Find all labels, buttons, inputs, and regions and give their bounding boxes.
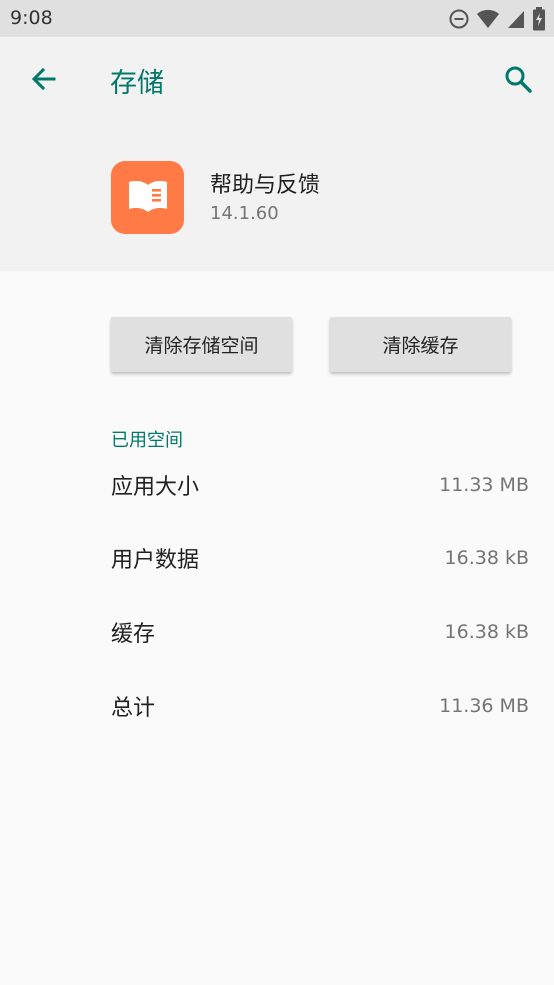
clear-storage-button[interactable]: 清除存储空间 <box>111 317 292 372</box>
app-name: 帮助与反馈 <box>210 173 321 198</box>
storage-row-value: 16.38 kB <box>444 621 529 643</box>
app-icon <box>111 161 184 234</box>
app-version: 14.1.60 <box>210 203 279 224</box>
storage-row-cache: 缓存 16.38 kB <box>111 612 529 652</box>
search-button[interactable] <box>496 59 540 103</box>
status-bar: 9:08 <box>0 0 554 37</box>
storage-row-label: 总计 <box>111 696 156 721</box>
battery-charging-icon <box>532 7 546 31</box>
storage-row-label: 用户数据 <box>111 548 200 573</box>
storage-row-total: 总计 11.36 MB <box>111 686 529 726</box>
storage-row-value: 11.33 MB <box>439 474 529 496</box>
wifi-icon <box>476 8 500 30</box>
storage-row-value: 11.36 MB <box>439 695 529 717</box>
page-title: 存储 <box>110 68 164 99</box>
do-not-disturb-icon <box>448 8 470 30</box>
app-header-section: 存储 帮助与反馈 14.1.60 <box>0 37 554 271</box>
storage-row-label: 缓存 <box>111 622 156 647</box>
clear-cache-button[interactable]: 清除缓存 <box>330 317 511 372</box>
search-icon <box>503 64 533 98</box>
storage-row-label: 应用大小 <box>111 475 200 500</box>
storage-row-user-data: 用户数据 16.38 kB <box>111 538 529 578</box>
used-space-header: 已用空间 <box>111 430 183 451</box>
status-time: 9:08 <box>10 7 53 29</box>
status-icons <box>448 7 546 31</box>
book-icon <box>126 178 170 218</box>
signal-icon <box>506 8 526 30</box>
back-arrow-icon <box>29 64 59 98</box>
back-button[interactable] <box>22 59 66 103</box>
storage-row-app-size: 应用大小 11.33 MB <box>111 465 529 505</box>
storage-row-value: 16.38 kB <box>444 547 529 569</box>
